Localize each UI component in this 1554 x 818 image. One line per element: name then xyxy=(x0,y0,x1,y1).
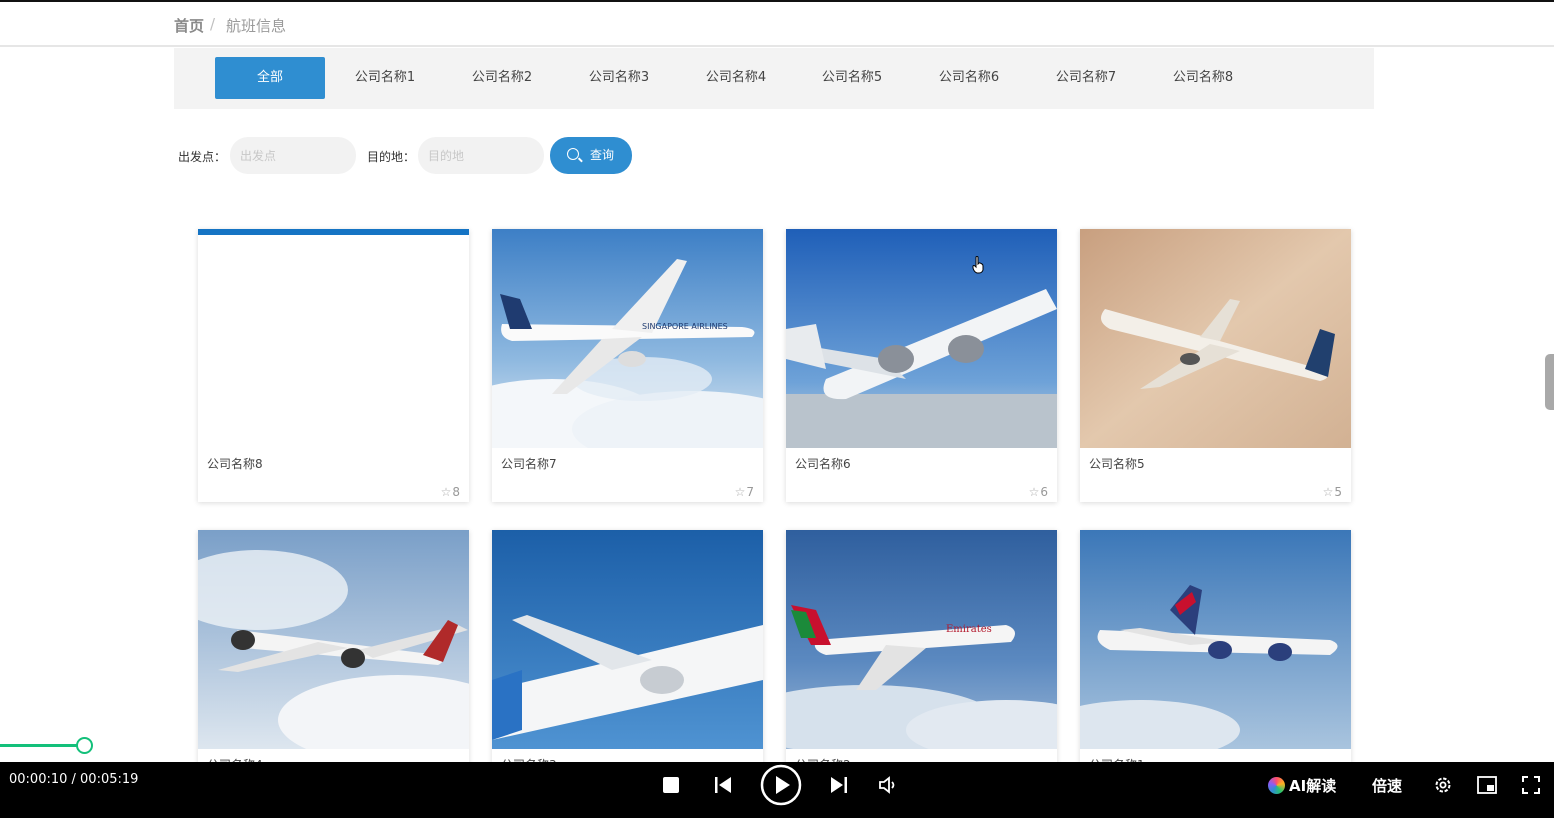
ai-interpret-button[interactable]: AI解读 xyxy=(1268,775,1336,796)
settings-button[interactable] xyxy=(1432,762,1454,808)
breadcrumb-current: 航班信息 xyxy=(226,17,287,35)
airplane-image xyxy=(492,530,763,749)
origin-input[interactable] xyxy=(230,137,356,174)
destination-input[interactable] xyxy=(418,137,544,174)
tab-company-6[interactable]: 公司名称6 xyxy=(914,57,1024,99)
previous-button[interactable] xyxy=(712,762,734,808)
video-progress-fill xyxy=(0,744,84,747)
airplane-image: Emirates xyxy=(786,530,1057,749)
video-player-bar: 00:00:10 / 00:05:19 AI解读 倍速 xyxy=(0,762,1554,818)
card-company-name: 公司名称7 xyxy=(501,457,557,471)
video-time: 00:00:10 / 00:05:19 xyxy=(9,772,139,787)
airplane-image xyxy=(786,229,1057,448)
card-company-name: 公司名称6 xyxy=(795,457,851,471)
company-tabs: 全部 公司名称1 公司名称2 公司名称3 公司名称4 公司名称5 公司名称6 公… xyxy=(174,48,1374,109)
star-icon: ☆ xyxy=(1322,485,1334,499)
tab-all[interactable]: 全部 xyxy=(215,57,325,99)
picture-in-picture-icon xyxy=(1477,776,1497,794)
play-button[interactable] xyxy=(760,762,802,808)
origin-label: 出发点： xyxy=(178,150,227,164)
star-icon: ☆ xyxy=(440,485,452,499)
playback-speed-button[interactable]: 倍速 xyxy=(1372,775,1402,796)
skip-next-icon xyxy=(831,777,847,793)
tab-company-4[interactable]: 公司名称4 xyxy=(681,57,791,99)
search-icon xyxy=(567,148,579,160)
card-favorites[interactable]: ☆6 xyxy=(1029,485,1048,499)
tab-company-3[interactable]: 公司名称3 xyxy=(564,57,674,99)
breadcrumb-separator: / xyxy=(210,15,216,33)
flight-card[interactable]: 公司名称6 ☆6 xyxy=(786,229,1057,502)
airplane-image xyxy=(198,530,469,749)
svg-text:Emirates: Emirates xyxy=(946,624,992,635)
tab-company-5[interactable]: 公司名称5 xyxy=(797,57,907,99)
tab-company-7[interactable]: 公司名称7 xyxy=(1031,57,1141,99)
volume-button[interactable] xyxy=(878,762,900,808)
card-company-name: 公司名称8 xyxy=(207,457,263,471)
query-button-label: 查询 xyxy=(590,148,615,162)
breadcrumb-home[interactable]: 首页 xyxy=(174,15,204,36)
airplane-image xyxy=(1080,530,1351,749)
card-top-bar xyxy=(198,229,469,235)
airplane-image: SINGAPORE AIRLINES xyxy=(492,229,763,448)
tab-company-2[interactable]: 公司名称2 xyxy=(447,57,557,99)
card-favorites[interactable]: ☆7 xyxy=(735,485,754,499)
card-favorites[interactable]: ☆5 xyxy=(1323,485,1342,499)
card-company-name: 公司名称5 xyxy=(1089,457,1145,471)
side-scroll-handle[interactable] xyxy=(1545,354,1554,410)
gear-icon xyxy=(1435,777,1451,793)
flight-card[interactable]: 公司名称8 ☆8 xyxy=(198,229,469,502)
star-icon: ☆ xyxy=(734,485,746,499)
stop-button[interactable] xyxy=(660,762,682,808)
star-icon: ☆ xyxy=(1028,485,1040,499)
play-icon xyxy=(760,764,802,806)
tab-company-1[interactable]: 公司名称1 xyxy=(330,57,440,99)
fullscreen-icon xyxy=(1522,776,1540,794)
flight-card[interactable]: SINGAPORE AIRLINES 公司名称7 ☆7 xyxy=(492,229,763,502)
destination-label: 目的地： xyxy=(367,150,416,164)
flight-card[interactable]: 公司名称5 ☆5 xyxy=(1080,229,1351,502)
hand-cursor-icon xyxy=(972,256,984,274)
airplane-image xyxy=(1080,229,1351,448)
volume-icon xyxy=(879,776,895,794)
video-progress-knob[interactable] xyxy=(76,737,93,754)
card-favorites[interactable]: ☆8 xyxy=(441,485,460,499)
breadcrumb: 首页 / 航班信息 xyxy=(0,2,1554,47)
fullscreen-button[interactable] xyxy=(1520,762,1542,808)
skip-previous-icon xyxy=(715,777,731,793)
next-button[interactable] xyxy=(828,762,850,808)
tab-company-8[interactable]: 公司名称8 xyxy=(1148,57,1258,99)
picture-in-picture-button[interactable] xyxy=(1476,762,1498,808)
svg-text:SINGAPORE AIRLINES: SINGAPORE AIRLINES xyxy=(642,322,728,331)
query-button[interactable]: 查询 xyxy=(550,137,632,174)
stop-icon xyxy=(663,777,679,793)
ai-logo-icon xyxy=(1268,777,1285,794)
